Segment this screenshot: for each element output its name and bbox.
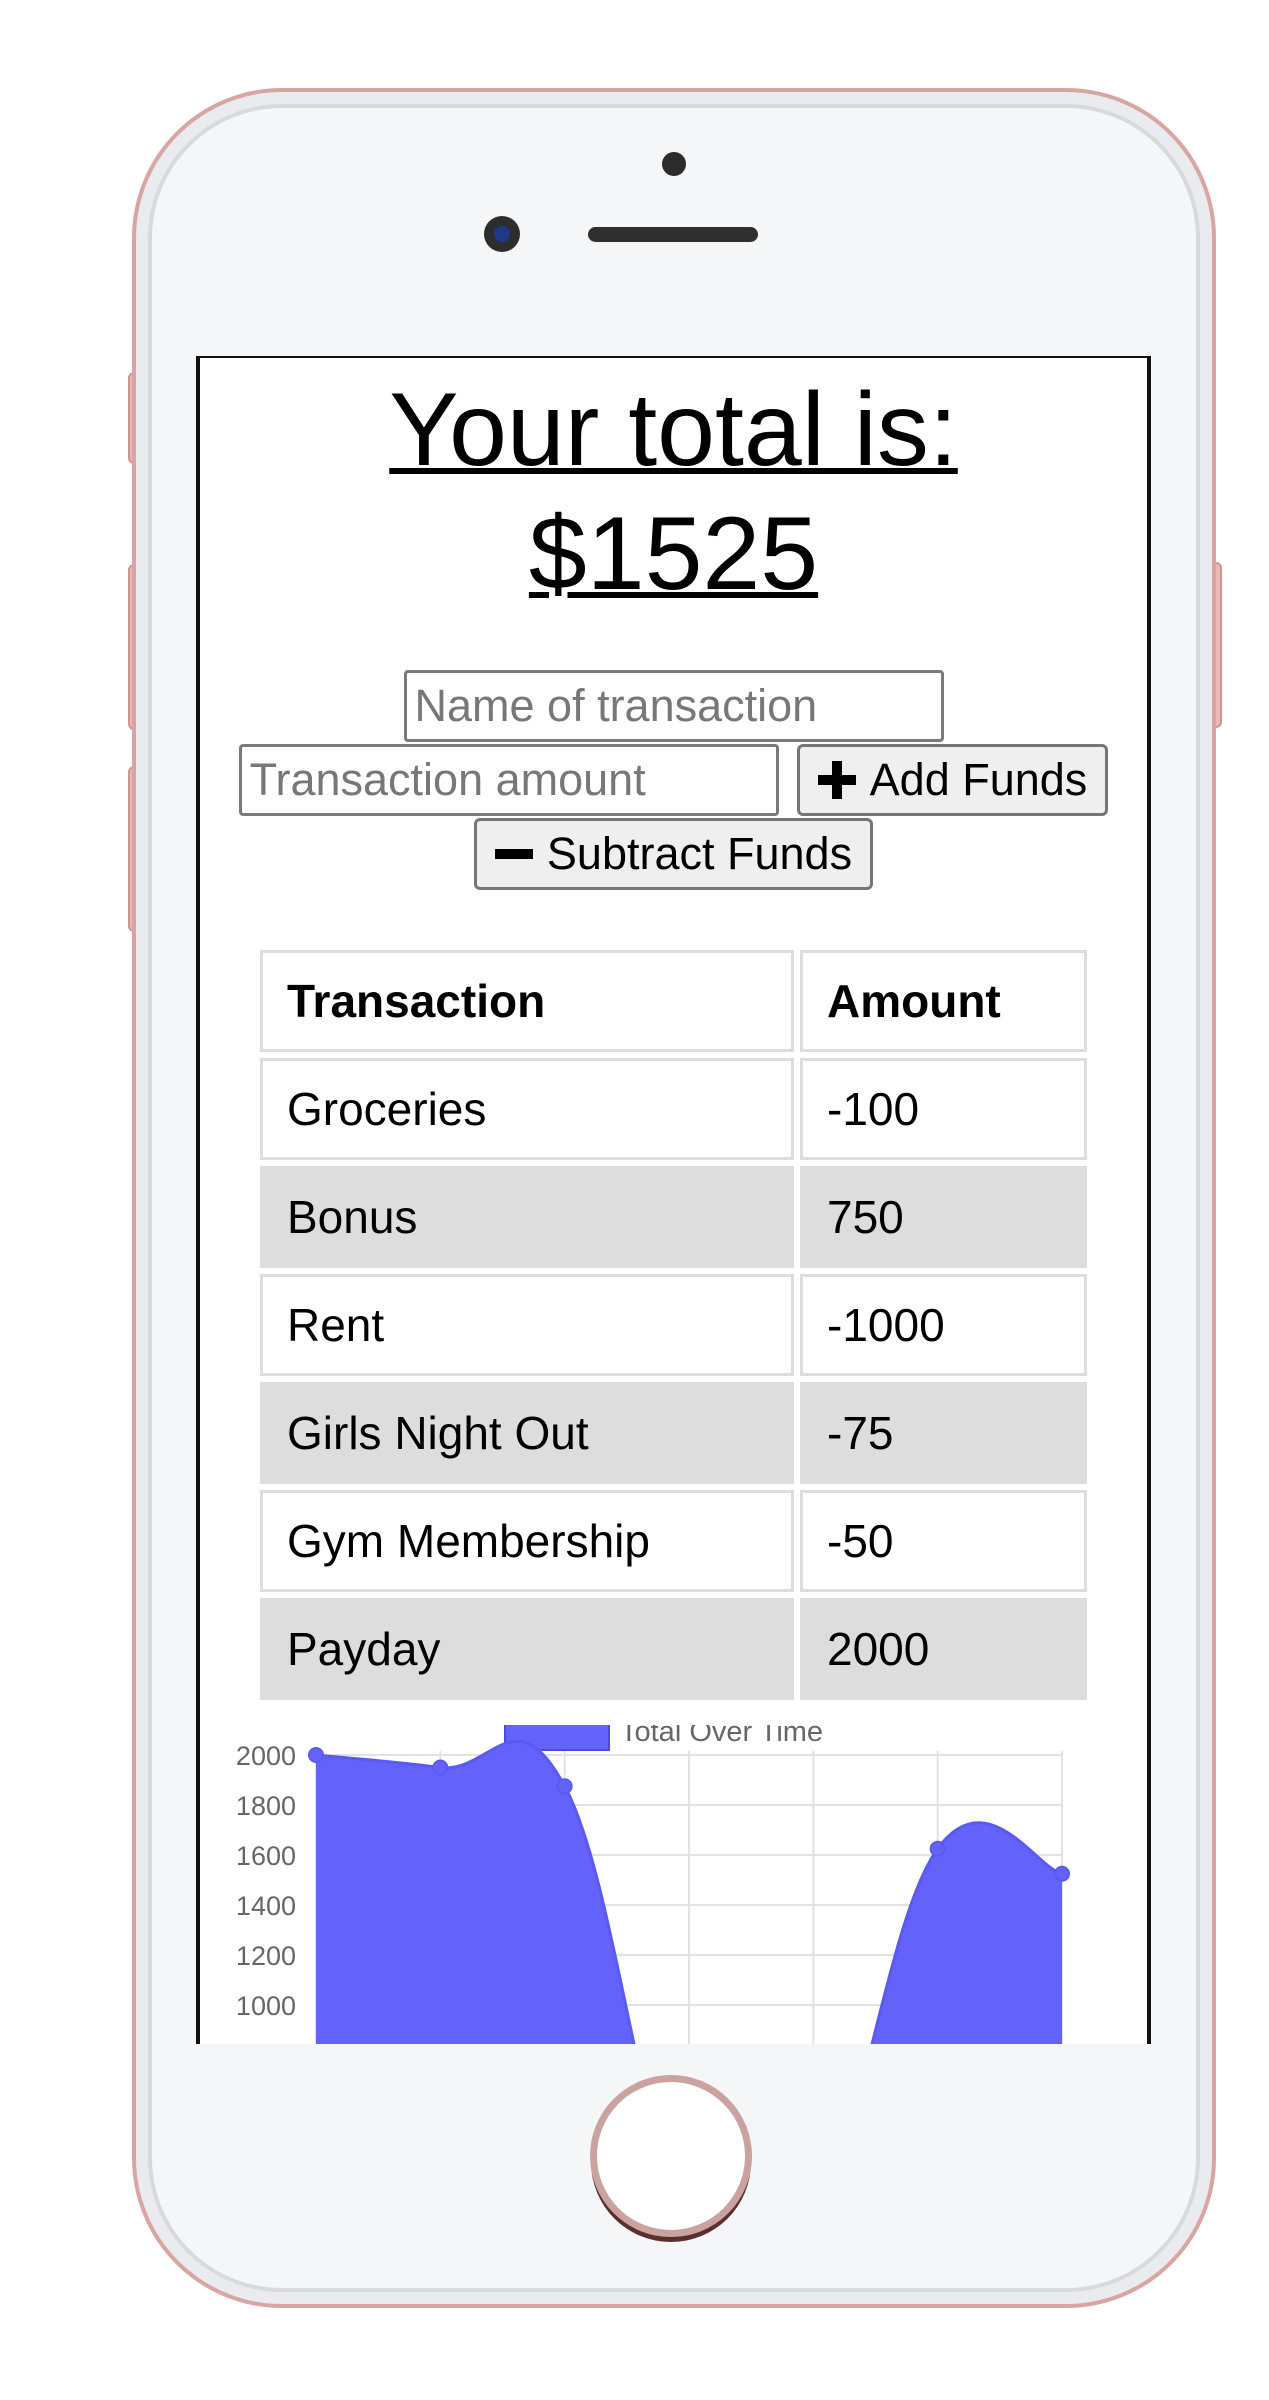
y-tick-label: 2000 [236,1741,296,1771]
data-point [308,1747,324,1763]
data-point [929,1840,946,1857]
transaction-name-input[interactable] [403,670,944,742]
add-funds-button[interactable]: Add Funds [796,744,1109,816]
y-tick-label: 1600 [236,1841,296,1871]
app-screen: Your total is: $1525 Add Funds Subtract … [196,356,1151,2044]
table-row: Payday 2000 [260,1598,1087,1700]
table-row: Girls Night Out -75 [260,1382,1087,1484]
data-point [432,1759,449,1776]
transaction-name: Bonus [260,1166,794,1268]
data-point [556,1778,573,1795]
minus-icon [494,835,533,873]
chart-canvas: Total Over Time 2000 1800 1600 1400 1200 1000 [236,1725,1070,2044]
transaction-name: Groceries [260,1058,794,1160]
transaction-name: Girls Night Out [260,1382,794,1484]
subtract-funds-button[interactable]: Subtract Funds [473,818,874,890]
table-row: Bonus 750 [260,1166,1087,1268]
total-heading: Your total is: $1525 [200,368,1147,616]
transaction-amount-input[interactable] [238,744,779,816]
transaction-name: Payday [260,1598,794,1700]
table-header-row: Transaction Amount [260,950,1087,1052]
front-camera [484,216,520,252]
total-label: Your total is: [389,372,958,488]
transaction-form: Add Funds Subtract Funds [200,670,1147,890]
subtract-funds-label: Subtract Funds [546,828,853,879]
y-tick-label: 1800 [236,1791,296,1821]
transaction-amount: 750 [800,1166,1087,1268]
legend-label: Total Over Time [620,1725,823,1748]
header-amount: Amount [800,950,1087,1052]
proximity-sensor [662,152,686,176]
transaction-name: Gym Membership [260,1490,794,1592]
table-row: Rent -1000 [260,1274,1087,1376]
transaction-amount: -75 [800,1382,1087,1484]
add-funds-label: Add Funds [869,754,1088,805]
y-tick-label: 1200 [236,1941,296,1971]
total-over-time-chart: Total Over Time 2000 1800 1600 1400 1200 1000 [200,1725,1147,2044]
y-tick-label: 1000 [236,1991,296,2021]
transaction-name: Rent [260,1274,794,1376]
data-point [1054,1865,1070,1882]
table-row: Groceries -100 [260,1058,1087,1160]
transaction-amount: 2000 [800,1598,1087,1700]
transaction-amount: -100 [800,1058,1087,1160]
transaction-amount: -1000 [800,1274,1087,1376]
transactions-table: Transaction Amount Groceries -100 Bonus … [254,944,1093,1706]
y-tick-label: 1400 [236,1891,296,1921]
home-button[interactable] [590,2075,752,2237]
plus-icon [817,761,856,799]
total-amount: $1525 [528,496,819,612]
header-transaction: Transaction [260,950,794,1052]
earpiece-speaker [588,227,758,242]
table-row: Gym Membership -50 [260,1490,1087,1592]
transaction-amount: -50 [800,1490,1087,1592]
